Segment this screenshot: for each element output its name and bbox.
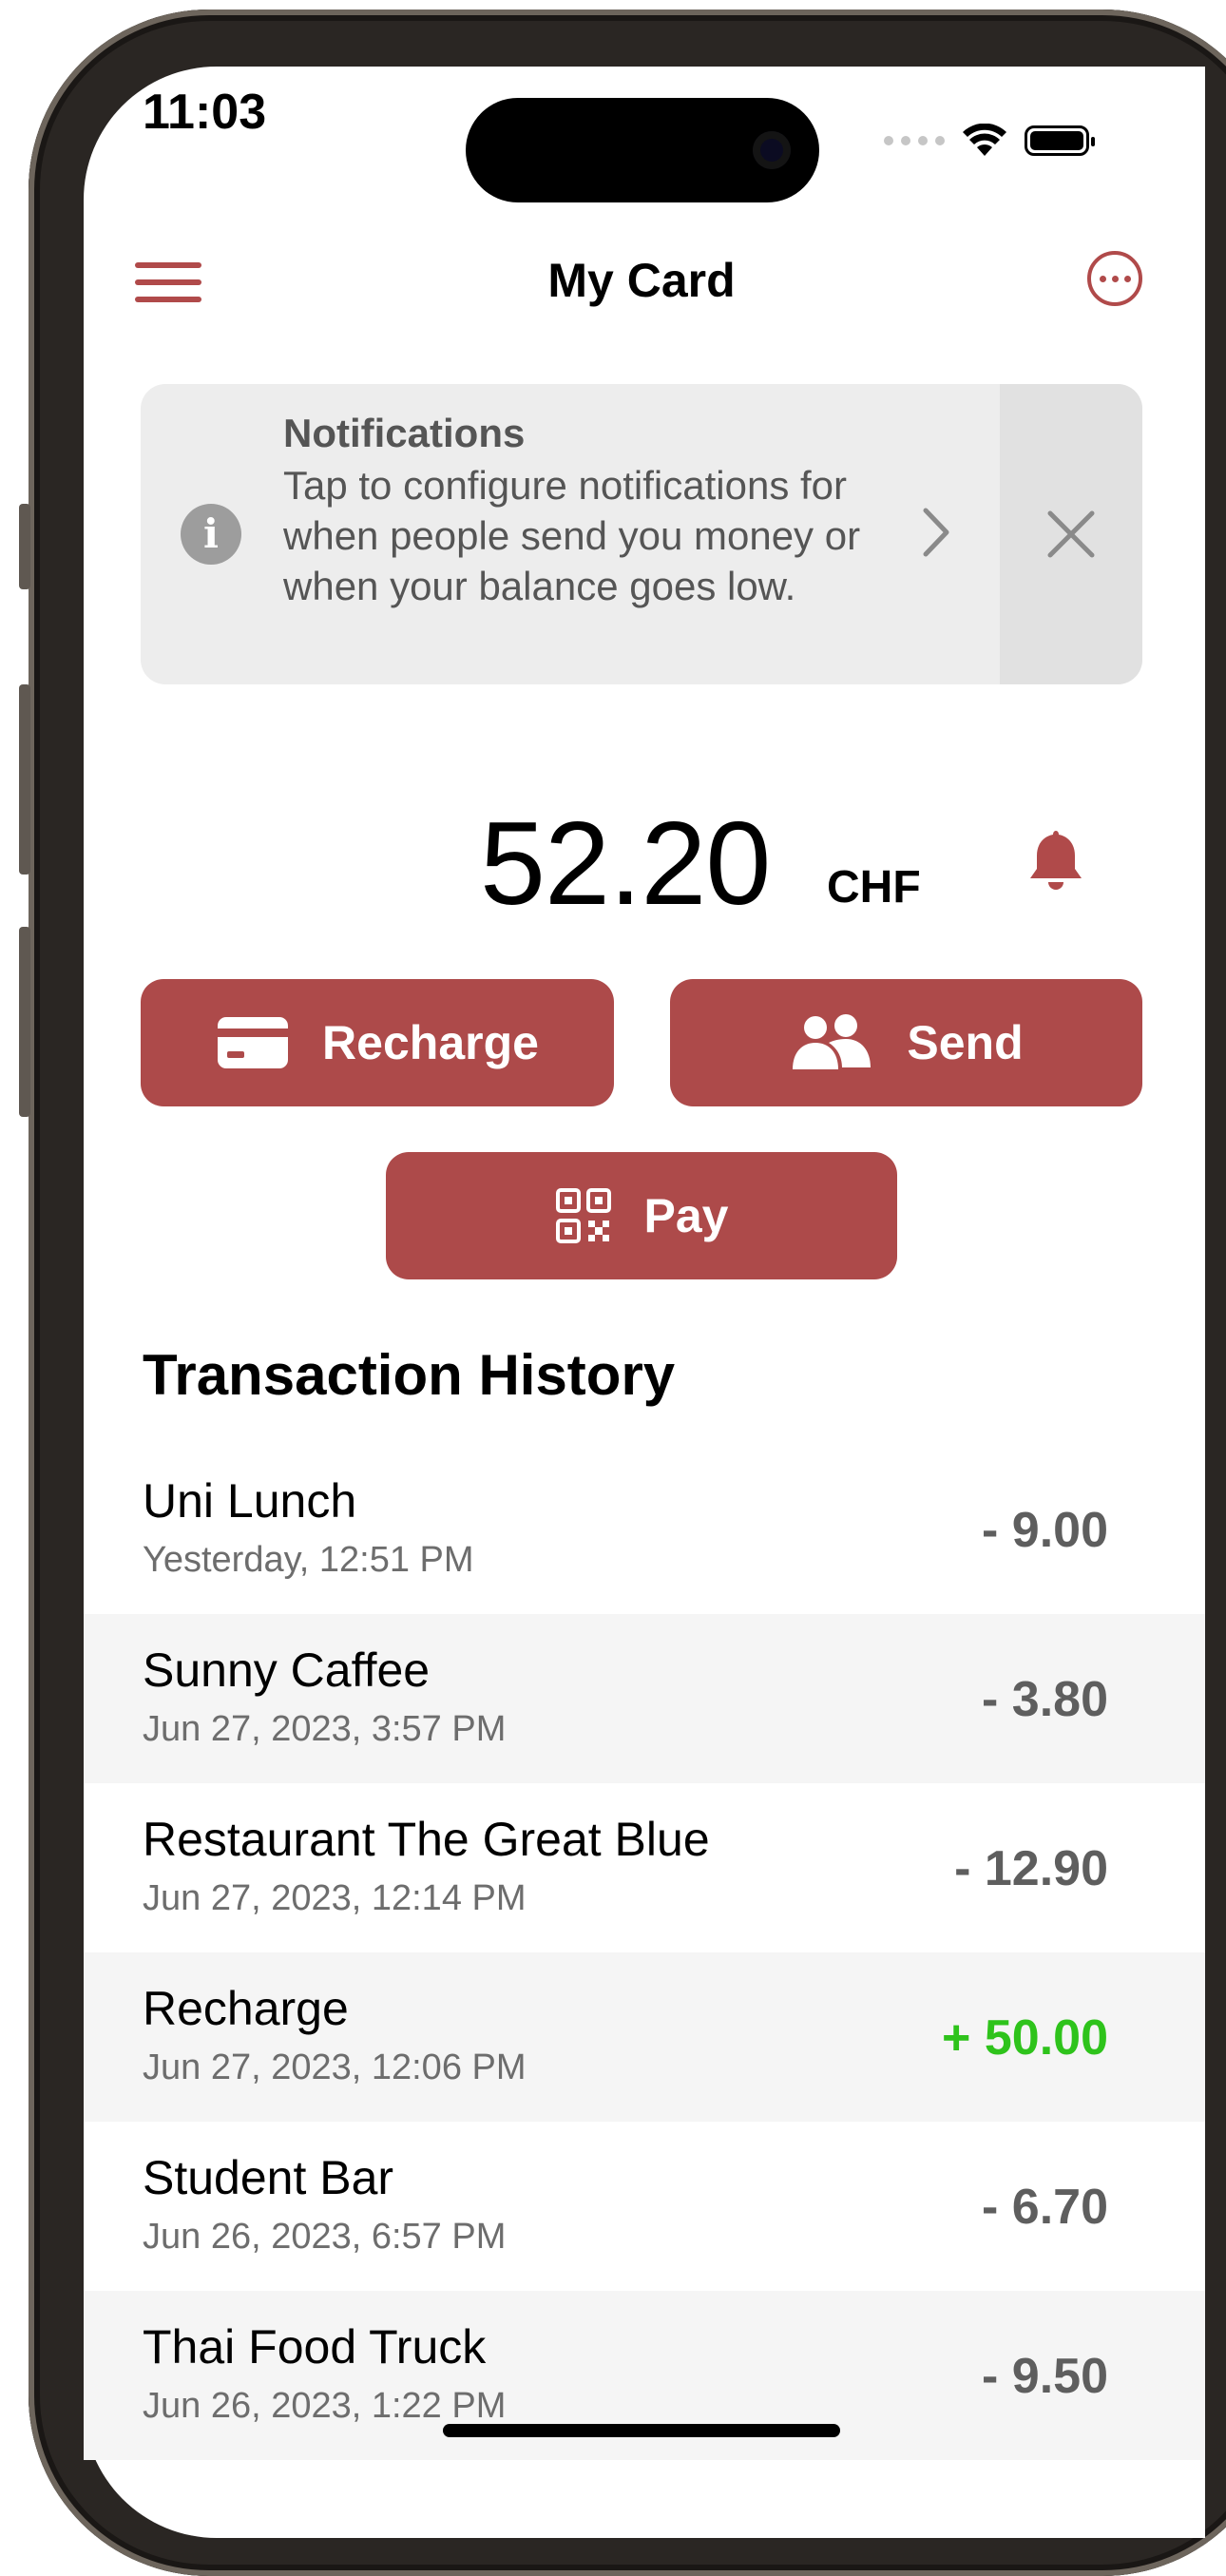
transaction-list: Uni Lunch Yesterday, 12:51 PM - 9.00 Sun… bbox=[84, 1445, 1205, 2460]
table-row[interactable]: Sunny Caffee Jun 27, 2023, 3:57 PM - 3.8… bbox=[84, 1614, 1205, 1783]
qr-code-icon bbox=[555, 1188, 611, 1243]
table-row[interactable]: Recharge Jun 27, 2023, 12:06 PM + 50.00 bbox=[84, 1952, 1205, 2122]
home-indicator[interactable] bbox=[443, 2424, 840, 2437]
notification-title: Notifications bbox=[283, 411, 526, 455]
transaction-date: Jun 26, 2023, 1:22 PM bbox=[143, 2386, 507, 2426]
pay-button[interactable]: Pay bbox=[386, 1152, 897, 1279]
balance-amount: 52.20 bbox=[480, 798, 771, 930]
dismiss-button[interactable] bbox=[1000, 384, 1142, 684]
volume-down-button bbox=[19, 927, 30, 1117]
transaction-date: Jun 26, 2023, 6:57 PM bbox=[143, 2217, 507, 2257]
pay-label: Pay bbox=[643, 1189, 729, 1242]
transaction-amount: - 9.50 bbox=[982, 2349, 1108, 2404]
send-label: Send bbox=[907, 1016, 1024, 1069]
table-row[interactable]: Student Bar Jun 26, 2023, 6:57 PM - 6.70 bbox=[84, 2122, 1205, 2291]
people-icon bbox=[793, 1014, 872, 1069]
close-icon bbox=[1047, 510, 1095, 558]
cellular-signal-icon bbox=[884, 136, 945, 145]
more-icon[interactable] bbox=[1087, 251, 1142, 306]
transaction-name: Uni Lunch bbox=[143, 1474, 357, 1528]
chevron-right-icon bbox=[923, 508, 949, 557]
notification-body: Tap to configure notifications for when … bbox=[283, 463, 861, 608]
page-title: My Card bbox=[547, 254, 736, 307]
transaction-name: Student Bar bbox=[143, 2151, 394, 2204]
recharge-button[interactable]: Recharge bbox=[141, 979, 614, 1106]
status-indicators bbox=[884, 124, 1095, 158]
transaction-date: Jun 27, 2023, 3:57 PM bbox=[143, 1709, 507, 1749]
transaction-date: Yesterday, 12:51 PM bbox=[143, 1540, 474, 1580]
transaction-name: Restaurant The Great Blue bbox=[143, 1813, 710, 1866]
transaction-amount: + 50.00 bbox=[942, 2010, 1108, 2066]
transaction-name: Sunny Caffee bbox=[143, 1644, 431, 1697]
transaction-amount: - 6.70 bbox=[982, 2180, 1108, 2235]
info-icon: i bbox=[181, 504, 241, 565]
transaction-name: Recharge bbox=[143, 1982, 349, 2035]
bell-icon[interactable] bbox=[1026, 827, 1085, 894]
transaction-date: Jun 27, 2023, 12:14 PM bbox=[143, 1878, 527, 1918]
transaction-amount: - 12.90 bbox=[954, 1841, 1108, 1896]
transaction-amount: - 9.00 bbox=[982, 1503, 1108, 1558]
send-button[interactable]: Send bbox=[670, 979, 1142, 1106]
transaction-date: Jun 27, 2023, 12:06 PM bbox=[143, 2047, 527, 2087]
recharge-label: Recharge bbox=[322, 1016, 539, 1069]
transaction-name: Thai Food Truck bbox=[143, 2320, 487, 2374]
status-time: 11:03 bbox=[143, 85, 267, 140]
table-row[interactable]: Uni Lunch Yesterday, 12:51 PM - 9.00 bbox=[84, 1445, 1205, 1614]
balance-currency: CHF bbox=[827, 862, 921, 913]
transaction-amount: - 3.80 bbox=[982, 1672, 1108, 1727]
dynamic-island bbox=[466, 98, 819, 202]
mute-switch bbox=[19, 504, 30, 589]
credit-card-icon bbox=[218, 1017, 289, 1068]
volume-up-button bbox=[19, 684, 30, 875]
wifi-icon bbox=[963, 124, 1006, 156]
notification-banner[interactable]: i Notifications Tap to configure notific… bbox=[141, 384, 1142, 684]
camera-icon bbox=[753, 131, 791, 169]
history-title: Transaction History bbox=[143, 1343, 676, 1407]
battery-icon bbox=[1025, 125, 1095, 156]
table-row[interactable]: Restaurant The Great Blue Jun 27, 2023, … bbox=[84, 1783, 1205, 1952]
